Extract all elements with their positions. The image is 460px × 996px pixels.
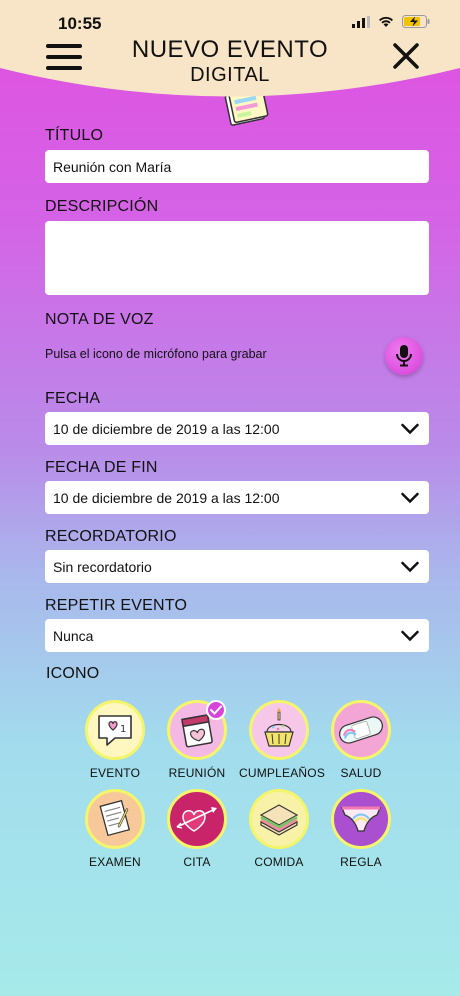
icon-option-reunion[interactable]: REUNIÓN [157,700,237,780]
icon-label-comida: COMIDA [254,855,304,869]
repetir-label: REPETIR EVENTO [45,597,188,614]
icon-label-cita: CITA [183,855,211,869]
fecha-value: 10 de diciembre de 2019 a las 12:00 [53,420,280,437]
icon-label-examen: EXAMEN [89,855,141,869]
microphone-button[interactable] [385,337,423,375]
repetir-value: Nunca [53,627,94,644]
icon-option-comida[interactable]: COMIDA [239,789,319,869]
exam-paper-icon [85,789,145,849]
icon-label-evento: EVENTO [89,766,141,780]
fecha-label: FECHA [45,390,101,407]
icon-option-regla[interactable]: REGLA [321,789,401,869]
battery-charging-icon [402,15,430,28]
icon-option-cita[interactable]: CITA [157,789,237,869]
titulo-value: Reunión con María [53,158,172,175]
cupcake-icon [249,700,309,760]
selected-check-icon [206,700,226,720]
wifi-icon [379,16,393,27]
recordatorio-select[interactable]: Sin recordatorio [45,550,429,583]
nota-voz-hint: Pulsa el icono de micrófono para grabar [45,347,267,361]
titulo-input[interactable]: Reunión con María [45,150,429,183]
icon-label-cumpleanos: CUMPLEAÑOS [239,766,326,780]
descripcion-textarea[interactable] [45,221,429,295]
icon-label-regla: REGLA [340,855,382,869]
close-icon[interactable] [392,42,420,70]
recordatorio-value: Sin recordatorio [53,558,152,575]
page-title-line2: DIGITAL [190,64,270,86]
page-title-line1: NUEVO EVENTO [131,36,329,63]
signal-icon [352,15,370,28]
svg-text:1: 1 [120,724,126,735]
recordatorio-label: RECORDATORIO [45,528,177,545]
nota-voz-label: NOTA DE VOZ [45,311,154,328]
repetir-select[interactable]: Nunca [45,619,429,652]
status-time: 10:55 [58,14,102,33]
fecha-fin-label: FECHA DE FIN [45,459,158,476]
band-aid-icon [331,700,391,760]
page-title: NUEVO EVENTO DIGITAL [0,36,460,87]
icon-option-evento[interactable]: 1 EVENTO [75,700,155,780]
icon-option-examen[interactable]: EXAMEN [75,789,155,869]
icon-option-cumpleanos[interactable]: CUMPLEAÑOS [239,700,326,780]
heart-speech-bubble-icon: 1 [85,700,145,760]
titulo-label: TÍTULO [45,127,104,144]
underwear-icon [331,789,391,849]
microphone-icon [396,345,412,367]
chevron-down-icon [401,561,419,572]
heart-arrow-icon [167,789,227,849]
chevron-down-icon [401,630,419,641]
fecha-fin-value: 10 de diciembre de 2019 a las 12:00 [53,489,280,506]
chevron-down-icon [401,423,419,434]
sandwich-icon [249,789,309,849]
icon-label-reunion: REUNIÓN [168,766,226,780]
icon-label-salud: SALUD [340,766,382,780]
descripcion-label: DESCRIPCIÓN [45,198,159,215]
fecha-fin-select[interactable]: 10 de diciembre de 2019 a las 12:00 [45,481,429,514]
icono-label: ICONO [46,665,100,682]
fecha-select[interactable]: 10 de diciembre de 2019 a las 12:00 [45,412,429,445]
icon-option-salud[interactable]: SALUD [321,700,401,780]
chevron-down-icon [401,492,419,503]
